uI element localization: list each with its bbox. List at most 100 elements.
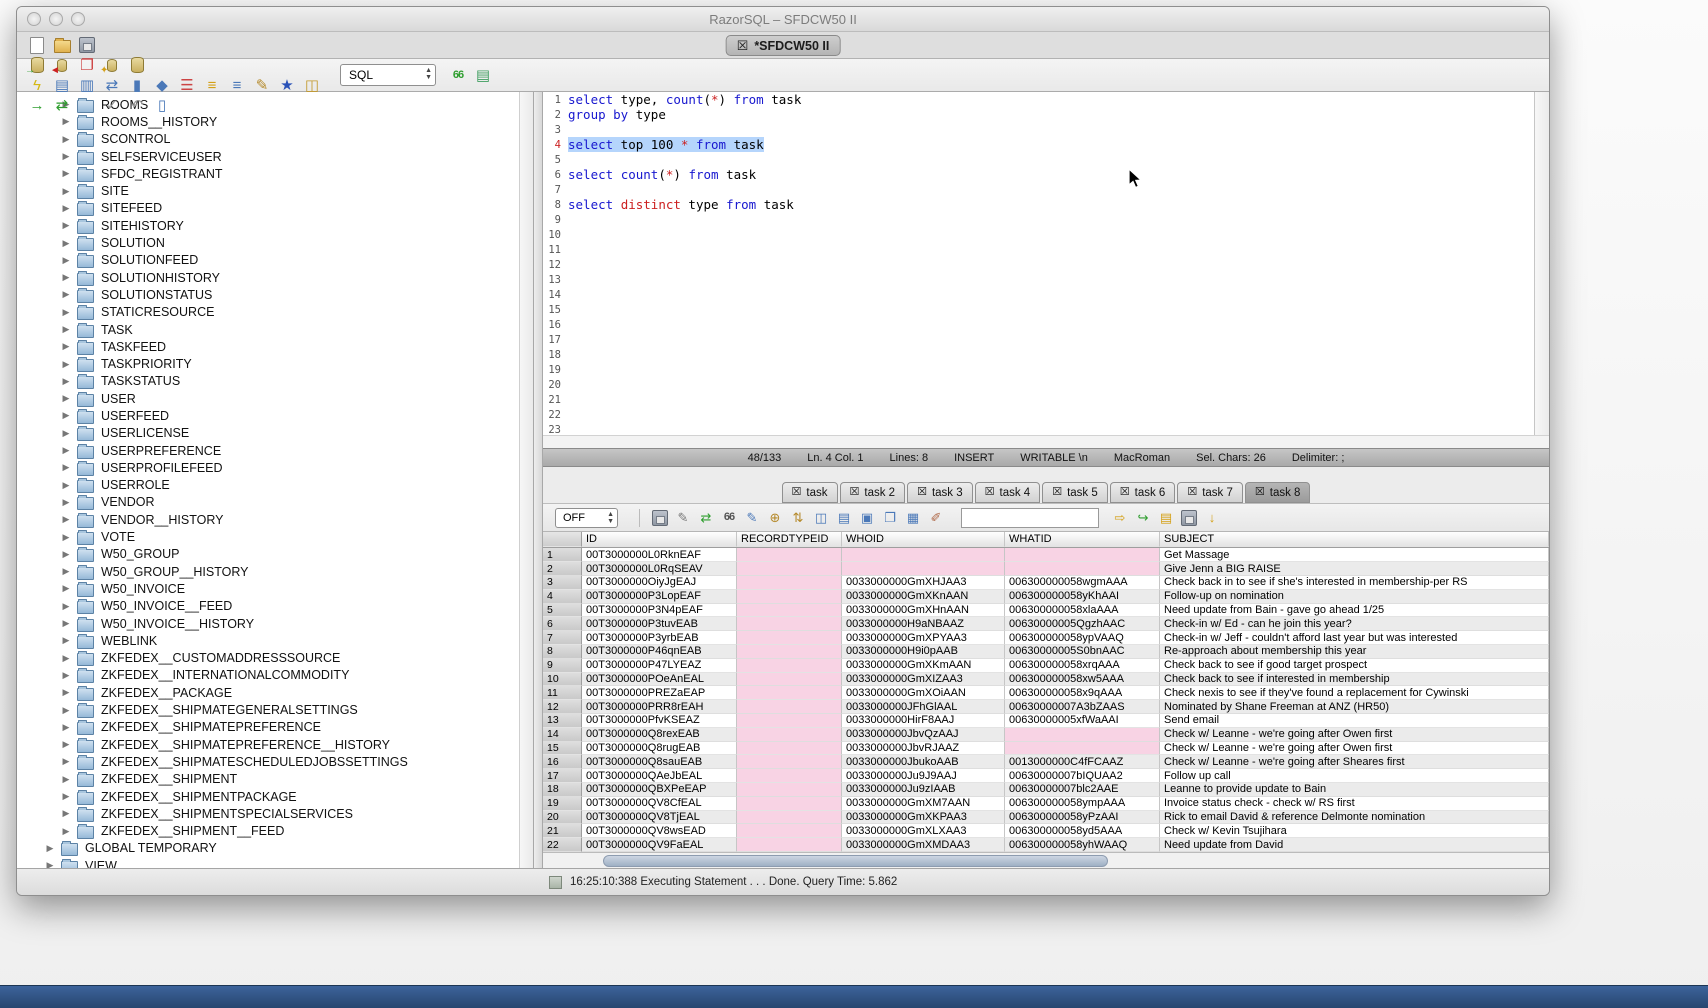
cell-whoid[interactable]: 0033000000GmXPYAA3 — [842, 631, 1005, 645]
cell-whoid[interactable]: 0033000000GmXHnAAN — [842, 604, 1005, 618]
table-row[interactable]: 1000T3000000POeAnEAL0033000000GmXIZAA300… — [543, 673, 1549, 687]
cell-whoid[interactable]: 0033000000GmXLXAA3 — [842, 824, 1005, 838]
cell-whoid[interactable]: 0033000000GmXMDAA3 — [842, 838, 1005, 852]
sidebar-item-w50_invoice__feed[interactable]: ▶W50_INVOICE__FEED — [17, 598, 519, 615]
cell-id[interactable]: 00T3000000OiyJgEAJ — [582, 576, 737, 590]
cell-whatid[interactable]: 006300000058yKhAAI — [1005, 590, 1160, 604]
expand-arrow-icon[interactable]: ▶ — [61, 168, 71, 179]
save-results-icon[interactable] — [651, 509, 669, 527]
sidebar-item-user[interactable]: ▶USER — [17, 390, 519, 407]
sidebar-item-solutionstatus[interactable]: ▶SOLUTIONSTATUS — [17, 286, 519, 303]
cell-recordtypeid[interactable] — [737, 562, 842, 576]
cell-recordtypeid[interactable] — [737, 769, 842, 783]
expand-arrow-icon[interactable]: ▶ — [61, 324, 71, 335]
column-header-num[interactable] — [543, 532, 582, 547]
cell-recordtypeid[interactable] — [737, 548, 842, 562]
cell-whatid[interactable]: 006300000058yPzAAI — [1005, 811, 1160, 825]
cell-subject[interactable]: Need update from Bain - gave go ahead 1/… — [1160, 604, 1549, 618]
cell-whatid[interactable]: 006300000058ympAAA — [1005, 797, 1160, 811]
expand-arrow-icon[interactable]: ▶ — [61, 808, 71, 819]
cell-num[interactable]: 2 — [543, 562, 582, 576]
cell-id[interactable]: 00T3000000QV9FaEAL — [582, 838, 737, 852]
cell-whoid[interactable] — [842, 562, 1005, 576]
sidebar-item-staticresource[interactable]: ▶STATICRESOURCE — [17, 304, 519, 321]
cell-whatid[interactable] — [1005, 562, 1160, 576]
sidebar-item-zkfedex__shipment[interactable]: ▶ZKFEDEX__SHIPMENT — [17, 771, 519, 788]
cell-whoid[interactable] — [842, 548, 1005, 562]
cell-id[interactable]: 00T3000000P46qnEAB — [582, 645, 737, 659]
cell-recordtypeid[interactable] — [737, 617, 842, 631]
table-row[interactable]: 400T3000000P3LopEAF0033000000GmXKnAAN006… — [543, 590, 1549, 604]
cell-recordtypeid[interactable] — [737, 659, 842, 673]
cell-recordtypeid[interactable] — [737, 783, 842, 797]
cell-whoid[interactable]: 0033000000GmXKmAAN — [842, 659, 1005, 673]
cell-num[interactable]: 19 — [543, 797, 582, 811]
cell-id[interactable]: 00T3000000Q8rugEAB — [582, 742, 737, 756]
table-row[interactable]: 1200T3000000PRR8rEAH0033000000JFhGlAAL00… — [543, 700, 1549, 714]
expand-arrow-icon[interactable]: ▶ — [61, 791, 71, 802]
cell-whatid[interactable]: 00630000005S0bnAAC — [1005, 645, 1160, 659]
cell-num[interactable]: 5 — [543, 604, 582, 618]
book-icon[interactable]: ▮ — [127, 75, 147, 95]
cell-recordtypeid[interactable] — [737, 631, 842, 645]
expand-arrow-icon[interactable]: ▶ — [61, 549, 71, 560]
sidebar-item-solutionfeed[interactable]: ▶SOLUTIONFEED — [17, 252, 519, 269]
expand-arrow-icon[interactable]: ▶ — [61, 601, 71, 612]
cell-num[interactable]: 13 — [543, 714, 582, 728]
expand-arrow-icon[interactable]: ▶ — [61, 307, 71, 318]
new-connection-icon[interactable]: ✦ — [102, 55, 122, 75]
cell-id[interactable]: 00T3000000P3LopEAF — [582, 590, 737, 604]
cell-subject[interactable]: Need update from David — [1160, 838, 1549, 852]
cell-num[interactable]: 16 — [543, 755, 582, 769]
cell-whoid[interactable]: 0033000000HirF8AAJ — [842, 714, 1005, 728]
sidebar-item-zkfedex__customaddresssource[interactable]: ▶ZKFEDEX__CUSTOMADDRESSSOURCE — [17, 650, 519, 667]
expand-arrow-icon[interactable]: ▶ — [61, 722, 71, 733]
cell-whatid[interactable]: 006300000058x9qAAA — [1005, 686, 1160, 700]
cell-subject[interactable]: Check w/ Leanne - we're going after Owen… — [1160, 742, 1549, 756]
cell-whoid[interactable]: 0033000000Ju9zIAAB — [842, 783, 1005, 797]
sort-icon[interactable]: ⇅ — [789, 509, 807, 527]
expand-arrow-icon[interactable]: ▶ — [61, 428, 71, 439]
sidebar-item-zkfedex__package[interactable]: ▶ZKFEDEX__PACKAGE — [17, 684, 519, 701]
tab-close-icon[interactable]: ☒ — [917, 487, 927, 498]
new-file-icon[interactable] — [27, 35, 47, 55]
manual-icon[interactable]: ◆ — [152, 75, 172, 95]
cell-num[interactable]: 20 — [543, 811, 582, 825]
minimize-window-button[interactable] — [49, 12, 63, 26]
result-tab-task-2[interactable]: ☒task 2 — [840, 482, 906, 503]
table-row[interactable]: 2200T3000000QV9FaEAL0033000000GmXMDAA300… — [543, 838, 1549, 852]
sidebar-item-zkfedex__shipment__feed[interactable]: ▶ZKFEDEX__SHIPMENT__FEED — [17, 822, 519, 839]
table-row[interactable]: 700T3000000P3yrbEAB0033000000GmXPYAA3006… — [543, 631, 1549, 645]
cell-whatid[interactable]: 00630000007blc2AAE — [1005, 783, 1160, 797]
cell-whatid[interactable]: 006300000058yhWAAQ — [1005, 838, 1160, 852]
cell-whatid[interactable]: 00630000005xfWaAAI — [1005, 714, 1160, 728]
expand-arrow-icon[interactable]: ▶ — [61, 220, 71, 231]
cell-id[interactable]: 00T3000000PREZaEAP — [582, 686, 737, 700]
cell-whoid[interactable]: 0033000000Ju9J9AAJ — [842, 769, 1005, 783]
cell-whatid[interactable] — [1005, 742, 1160, 756]
result-tab-task-5[interactable]: ☒task 5 — [1042, 482, 1108, 503]
cell-subject[interactable]: Send email — [1160, 714, 1549, 728]
expand-arrow-icon[interactable]: ▶ — [61, 238, 71, 249]
result-tab-task-4[interactable]: ☒task 4 — [975, 482, 1041, 503]
refresh-pages-icon[interactable]: ⇄ — [102, 75, 122, 95]
download-icon[interactable]: ↓ — [1203, 509, 1221, 527]
cell-num[interactable]: 3 — [543, 576, 582, 590]
cell-whoid[interactable]: 0033000000JbukoAAB — [842, 755, 1005, 769]
expand-arrow-icon[interactable]: ▶ — [61, 445, 71, 456]
cell-id[interactable]: 00T3000000P3yrbEAB — [582, 631, 737, 645]
expand-arrow-icon[interactable]: ▶ — [61, 134, 71, 145]
expand-arrow-icon[interactable]: ▶ — [61, 497, 71, 508]
sidebar-item-vendor__history[interactable]: ▶VENDOR__HISTORY — [17, 511, 519, 528]
cell-recordtypeid[interactable] — [737, 797, 842, 811]
cell-whatid[interactable]: 006300000058ypVAAQ — [1005, 631, 1160, 645]
sidebar-item-vote[interactable]: ▶VOTE — [17, 528, 519, 545]
cell-id[interactable]: 00T3000000QV8wsEAD — [582, 824, 737, 838]
table-row[interactable]: 900T3000000P47LYEAZ0033000000GmXKmAAN006… — [543, 659, 1549, 673]
sql-mode-select[interactable]: SQL ▲▼ — [340, 64, 436, 86]
zoom-window-button[interactable] — [71, 12, 85, 26]
cell-whoid[interactable]: 0033000000JbvRJAAZ — [842, 742, 1005, 756]
expand-arrow-icon[interactable]: ▶ — [61, 186, 71, 197]
cell-subject[interactable]: Rick to email David & reference Delmonte… — [1160, 811, 1549, 825]
table-row[interactable]: 2100T3000000QV8wsEAD0033000000GmXLXAA300… — [543, 824, 1549, 838]
